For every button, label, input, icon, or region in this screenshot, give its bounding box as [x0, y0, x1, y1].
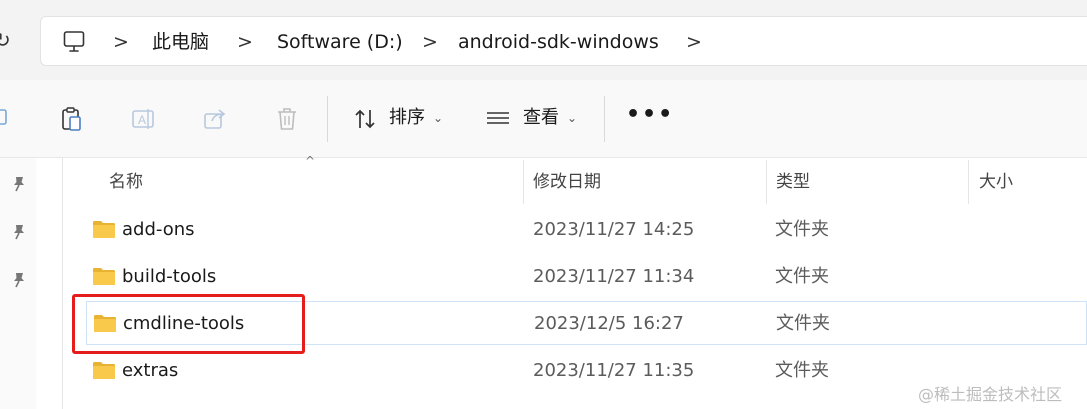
breadcrumb-android-sdk-windows[interactable]: android-sdk-windows: [458, 17, 659, 67]
breadcrumb-software-drive[interactable]: Software (D:): [277, 17, 403, 67]
pin-icon[interactable]: [12, 176, 26, 192]
file-name: extras: [122, 360, 179, 381]
view-icon[interactable]: [486, 106, 510, 132]
pin-icon[interactable]: [12, 272, 26, 288]
file-type: 文件夹: [775, 266, 829, 287]
chevron-down-icon[interactable]: ⌄: [567, 104, 577, 132]
file-type: 文件夹: [775, 219, 829, 240]
sort-button[interactable]: 排序: [389, 104, 425, 132]
paste-icon[interactable]: [60, 106, 84, 132]
monitor-icon: [63, 31, 85, 52]
breadcrumb-chevron-icon[interactable]: >: [237, 17, 253, 67]
file-type: 文件夹: [776, 313, 830, 334]
sort-indicator-icon: ^: [305, 154, 316, 168]
refresh-icon[interactable]: ↻: [0, 28, 11, 52]
file-type: 文件夹: [775, 360, 829, 381]
copy-icon[interactable]: [0, 106, 14, 132]
more-options-button[interactable]: •••: [626, 102, 674, 127]
file-explorer-window: ↻ > 此电脑 > Software (D:) > android-sdk-wi…: [0, 0, 1087, 409]
breadcrumb-chevron-icon[interactable]: >: [686, 17, 702, 67]
file-modified: 2023/11/27 14:25: [533, 219, 695, 240]
toolbar-separator: [604, 96, 605, 142]
file-modified: 2023/12/5 16:27: [534, 313, 684, 334]
sort-icon[interactable]: [353, 106, 377, 132]
breadcrumb-chevron-icon[interactable]: >: [113, 17, 129, 67]
breadcrumb-this-pc[interactable]: 此电脑: [152, 17, 209, 67]
folder-icon: [93, 362, 115, 379]
command-bar: A 排序 ⌄ 查看 ⌄ •••: [0, 80, 1087, 158]
breadcrumb-chevron-icon[interactable]: >: [422, 17, 438, 67]
view-button[interactable]: 查看: [523, 104, 559, 132]
pane-divider: [62, 158, 63, 409]
watermark: @稀土掘金技术社区: [918, 385, 1063, 404]
column-divider[interactable]: [968, 160, 969, 204]
column-header-modified[interactable]: 修改日期: [533, 160, 601, 204]
address-bar-strip: ↻ > 此电脑 > Software (D:) > android-sdk-wi…: [0, 0, 1087, 80]
column-header-size[interactable]: 大小: [979, 160, 1013, 204]
file-modified: 2023/11/27 11:34: [533, 266, 695, 287]
address-bar[interactable]: > 此电脑 > Software (D:) > android-sdk-wind…: [40, 16, 1087, 66]
chevron-down-icon[interactable]: ⌄: [433, 104, 443, 132]
share-icon[interactable]: [203, 106, 227, 132]
navigation-pane: [0, 158, 36, 409]
column-divider[interactable]: [766, 160, 767, 204]
file-row[interactable]: add-ons 2023/11/27 14:25 文件夹: [86, 208, 1087, 252]
delete-icon[interactable]: [275, 106, 299, 132]
column-header-type[interactable]: 类型: [776, 160, 810, 204]
folder-icon: [93, 268, 115, 285]
file-name: build-tools: [122, 266, 217, 287]
file-name: add-ons: [122, 219, 195, 240]
toolbar-separator: [327, 96, 328, 142]
rename-icon[interactable]: A: [131, 106, 155, 132]
folder-icon: [93, 221, 115, 238]
pin-icon[interactable]: [12, 224, 26, 240]
file-modified: 2023/11/27 11:35: [533, 360, 695, 381]
svg-text:A: A: [138, 113, 146, 127]
column-divider[interactable]: [523, 160, 524, 204]
highlight-annotation-box: [72, 294, 305, 354]
file-row[interactable]: build-tools 2023/11/27 11:34 文件夹: [86, 255, 1087, 299]
column-header-name[interactable]: 名称: [109, 160, 143, 204]
